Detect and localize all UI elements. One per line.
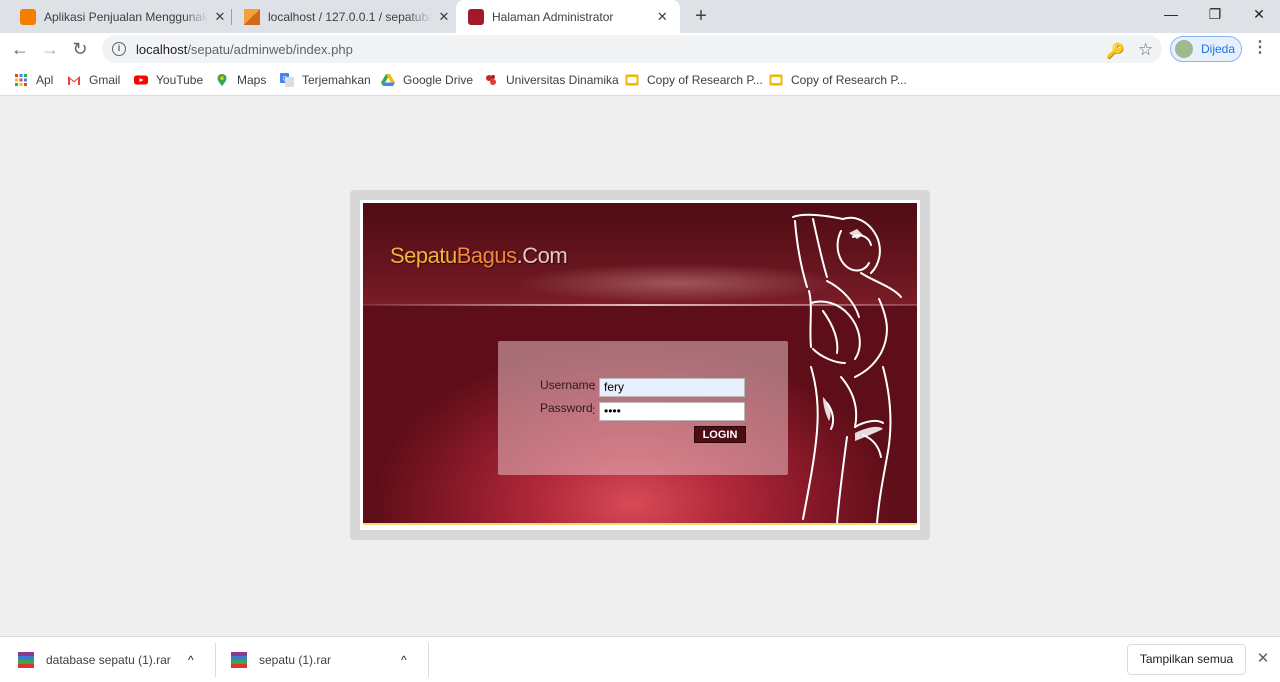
new-tab-button[interactable]: + [690,5,712,27]
download-filename: sepatu (1).rar [259,653,332,667]
gmail-icon [68,76,80,85]
site-logo: SepatuBagus.Com [390,243,568,268]
download-separator [428,643,429,677]
bookmark-label: Copy of Research P... [647,73,763,87]
bookmark-universitas-dinamika[interactable]: Universitas Dinamika [484,71,619,89]
page-content: SepatuBagus.Com Username: fery Password… [0,96,1280,636]
username-input[interactable]: fery [599,378,745,397]
info-icon[interactable]: i [112,42,126,56]
bookmark-gmail[interactable]: Gmail [67,71,120,89]
tab-close-icon[interactable]: ✕ [655,9,670,25]
username-colon: : [592,379,596,393]
login-frame: SepatuBagus.Com Username: fery Password… [350,190,930,540]
tab-halaman-administrator[interactable]: Halaman Administrator ✕ [456,0,680,33]
tab-title: localhost / 127.0.0.1 / sepatubagus [268,9,432,24]
phpmyadmin-icon [244,8,260,25]
tab-close-icon[interactable]: ✕ [436,9,452,25]
bookmark-copy-of-research-1[interactable]: Copy of Research P... [625,71,763,89]
reload-button[interactable]: ↻ [68,37,92,61]
download-item-database[interactable]: database sepatu (1).rar [18,637,171,682]
download-item-sepatu[interactable]: sepatu (1).rar [231,637,331,682]
youtube-icon [134,75,148,85]
login-button[interactable]: LOGIN [694,426,746,443]
chevron-up-icon[interactable]: ^ [401,637,407,682]
bookmark-terjemahkan[interactable]: G Terjemahkan [280,71,371,89]
woman-silhouette-illustration [792,213,902,524]
close-download-bar-icon[interactable]: ✕ [1254,649,1272,669]
tab-title: Aplikasi Penjualan Menggunakan [44,9,208,24]
tab-close-icon[interactable]: ✕ [212,9,228,25]
download-bar: database sepatu (1).rar ^ sepatu (1).rar… [0,636,1280,682]
blogger-icon [20,8,36,25]
tab-strip: Aplikasi Penjualan Menggunakan ✕ localho… [0,0,1280,33]
username-label: Username [540,378,596,392]
bookmark-label: YouTube [156,73,204,87]
download-separator [215,643,216,677]
avatar [1175,40,1193,58]
bookmark-google-drive[interactable]: Google Drive [381,71,473,89]
browser-menu-button[interactable]: ⋮ [1252,37,1268,61]
back-button[interactable]: ← [8,37,32,61]
forward-button[interactable]: → [38,37,62,61]
password-input[interactable]: •••• [599,402,745,421]
password-label: Password [540,401,593,415]
tab-title: Halaman Administrator [492,9,614,24]
university-icon [486,75,496,85]
bookmark-youtube[interactable]: YouTube [134,71,203,89]
bookmark-maps[interactable]: Maps [215,71,266,89]
bookmark-copy-of-research-2[interactable]: Copy of Research P... [769,71,907,89]
profile-name: Dijeda [1201,42,1236,56]
bookmarks-bar: Apl Gmail YouTube Maps G Terjemahkan Goo… [0,65,1280,96]
svg-text:G: G [283,77,288,83]
bookmark-label: Apl [36,73,54,87]
slides-icon [625,74,639,86]
slides-icon [769,74,783,86]
download-filename: database sepatu (1).rar [46,653,171,667]
bookmark-apl[interactable]: Apl [14,71,53,89]
restore-button[interactable]: ❐ [1192,0,1238,30]
login-form: Username : fery Password : •••• LOGIN [498,341,788,475]
minimize-button[interactable]: — [1148,0,1194,30]
url-text: localhost/sepatu/adminweb/index.php [136,41,353,57]
translate-icon: G [280,73,294,87]
login-panel: SepatuBagus.Com Username: fery Password… [363,203,917,525]
key-icon[interactable]: 🔑 [1106,42,1125,60]
bookmark-label: Universitas Dinamika [506,73,619,87]
star-icon[interactable]: ☆ [1138,40,1153,60]
rar-file-icon [18,652,34,668]
tab-phpmyadmin[interactable]: localhost / 127.0.0.1 / sepatubagus ✕ [232,0,462,33]
bookmark-label: Terjemahkan [302,73,371,87]
bookmark-label: Maps [237,73,267,87]
address-bar[interactable]: i localhost/sepatu/adminweb/index.php 🔑 … [102,35,1162,63]
bookmark-label: Google Drive [403,73,474,87]
rar-file-icon [231,652,247,668]
apps-grid-icon [15,74,27,86]
show-all-downloads-button[interactable]: Tampilkan semua [1127,644,1246,675]
profile-button[interactable]: Dijeda [1170,36,1242,62]
drive-icon [381,74,395,86]
maps-icon [217,74,227,86]
login-frame-border: SepatuBagus.Com Username: fery Password… [360,200,920,530]
tab-aplikasi-penjualan[interactable]: Aplikasi Penjualan Menggunakan ✕ [8,0,238,33]
bookmark-label: Copy of Research P... [791,73,907,87]
panel-bottom-line [363,523,917,525]
bookmark-label: Gmail [89,73,121,87]
window-close-button[interactable]: ✕ [1236,0,1280,30]
password-colon: : [592,403,596,417]
site-icon [468,8,484,25]
chevron-up-icon[interactable]: ^ [188,637,194,682]
browser-toolbar: ← → ↻ i localhost/sepatu/adminweb/index.… [0,33,1280,65]
